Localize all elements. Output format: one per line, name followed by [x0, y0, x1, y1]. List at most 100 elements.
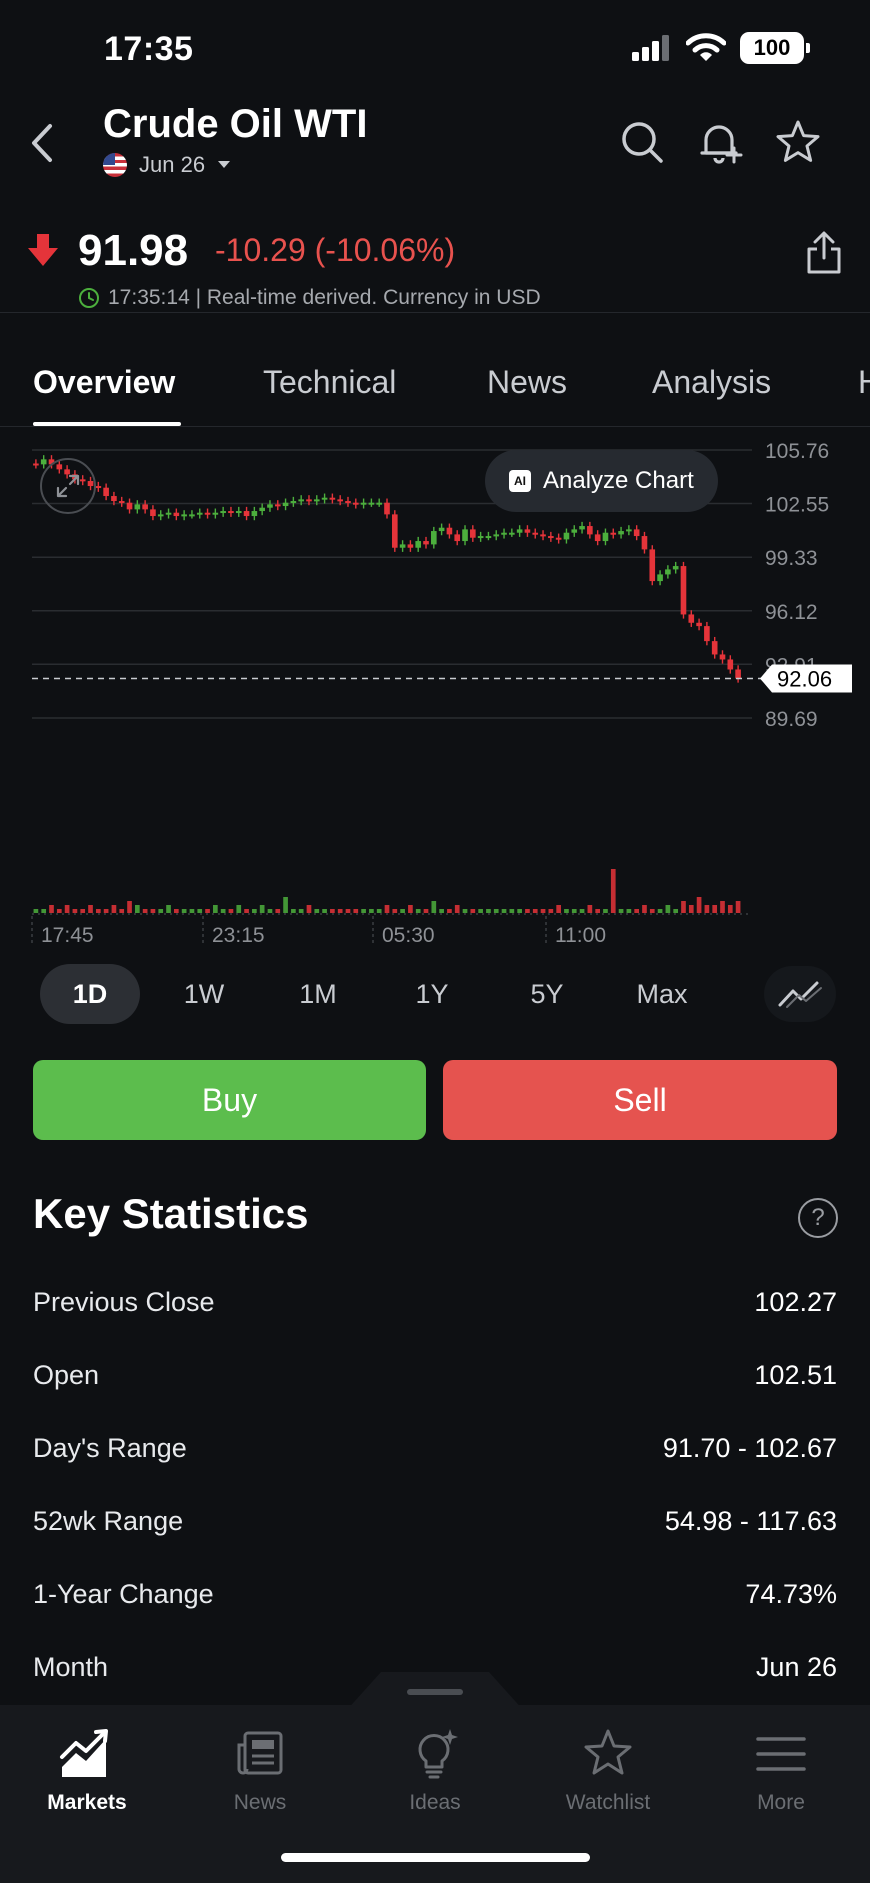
volume-bar — [80, 909, 86, 913]
candle-body — [243, 511, 250, 517]
last-price: 91.98 — [78, 226, 189, 275]
share-icon[interactable] — [804, 230, 844, 276]
volume-bar — [540, 909, 546, 913]
candle-body — [555, 537, 562, 540]
volume-bar — [369, 909, 374, 913]
price-section: 91.98 -10.29 (-10.06%) 17:35:14 | Real-t… — [0, 222, 870, 312]
candle-body — [352, 502, 359, 505]
nav-ideas[interactable]: Ideas — [360, 1727, 510, 1815]
candle-body — [563, 532, 570, 540]
sell-button[interactable]: Sell — [443, 1060, 837, 1140]
candle-body — [235, 511, 242, 514]
candle-body — [688, 614, 695, 623]
volume-bar — [673, 909, 679, 913]
tab-more-truncated[interactable]: H — [858, 364, 870, 401]
range-1w[interactable]: 1W — [154, 964, 254, 1024]
candle-body — [345, 501, 351, 504]
candle-body — [696, 622, 702, 627]
stat-label: Day's Range — [33, 1433, 187, 1463]
price-change: -10.29 (-10.06%) — [215, 232, 456, 268]
volume-bar — [72, 909, 78, 913]
candle-body — [384, 502, 390, 515]
candle-body — [485, 536, 492, 539]
x-tick-label: 11:00 — [555, 924, 606, 947]
nav-label: More — [757, 1791, 805, 1814]
us-flag-icon — [103, 153, 127, 177]
sheet-grabber[interactable] — [407, 1689, 463, 1695]
line-chart-icon — [778, 981, 822, 1008]
candle-body — [532, 532, 539, 535]
tab-technical[interactable]: Technical — [263, 364, 396, 401]
candle-body — [337, 499, 343, 502]
home-indicator — [281, 1853, 590, 1862]
range-1d[interactable]: 1D — [40, 964, 140, 1024]
search-icon[interactable] — [618, 118, 666, 166]
stat-label: 52wk Range — [33, 1506, 184, 1536]
nav-label: Ideas — [409, 1791, 461, 1814]
nav-news[interactable]: News — [185, 1727, 335, 1815]
candle-body — [641, 536, 648, 550]
range-max[interactable]: Max — [612, 964, 712, 1024]
nav-markets[interactable]: Markets — [12, 1727, 162, 1815]
candle-body — [298, 499, 304, 502]
volume-bar — [470, 909, 476, 913]
volume-bar — [478, 909, 483, 913]
stat-value: 102.51 — [754, 1360, 837, 1390]
candle-body — [704, 626, 710, 642]
candle-body — [290, 501, 297, 504]
volume-bar — [665, 905, 671, 913]
candle-body — [649, 549, 656, 582]
tab-news[interactable]: News — [487, 364, 567, 401]
tab-overview[interactable]: Overview — [33, 364, 175, 401]
candle-body — [571, 529, 578, 533]
candle-body — [329, 497, 336, 500]
volume-bar — [688, 905, 694, 913]
expand-chart-button[interactable] — [40, 458, 96, 514]
volume-bar — [298, 909, 304, 913]
volume-bar — [267, 909, 273, 913]
nav-more[interactable]: More — [706, 1727, 856, 1815]
bell-plus-icon[interactable] — [696, 118, 744, 166]
range-5y[interactable]: 5Y — [497, 964, 597, 1024]
volume-bar — [618, 909, 624, 913]
candlestick-chart[interactable]: 105.76102.5599.3396.1292.9189.6992.0617:… — [0, 428, 870, 958]
back-chevron-icon[interactable] — [24, 118, 64, 168]
chart-type-button[interactable] — [764, 966, 836, 1022]
volume-bar — [244, 909, 249, 913]
price-chart[interactable]: 105.76102.5599.3396.1292.9189.6992.0617:… — [0, 428, 870, 958]
volume-bar — [88, 905, 93, 913]
buy-button[interactable]: Buy — [33, 1060, 426, 1140]
candle-body — [313, 499, 320, 502]
candle-body — [657, 574, 663, 582]
cellular-signal-icon — [632, 35, 669, 61]
volume-bar — [181, 909, 187, 913]
tab-analysis[interactable]: Analysis — [652, 364, 771, 401]
nav-label: News — [233, 1791, 287, 1814]
nav-watchlist[interactable]: Watchlist — [533, 1727, 683, 1815]
candle-body — [672, 566, 679, 570]
help-question-icon[interactable]: ? — [798, 1198, 838, 1238]
volume-bar — [205, 909, 210, 913]
range-1m[interactable]: 1M — [268, 964, 368, 1024]
volume-bar — [95, 909, 101, 913]
volume-bar — [361, 909, 366, 913]
candle-body — [306, 499, 312, 502]
candle-body — [33, 463, 39, 466]
quote-timestamp: 17:35:14 | Real-time derived. Currency i… — [78, 286, 541, 310]
volume-bar — [283, 897, 288, 913]
volume-bar — [384, 905, 390, 913]
volume-bar — [56, 909, 62, 913]
candle-body — [111, 496, 117, 502]
star-icon — [584, 1729, 632, 1775]
markets-chart-icon — [60, 1729, 108, 1777]
range-1y[interactable]: 1Y — [382, 964, 482, 1024]
analyze-chart-button[interactable]: AI Analyze Chart — [485, 450, 718, 512]
wifi-icon — [686, 33, 726, 61]
contract-month: Jun 26 — [139, 152, 206, 177]
volume-bar — [314, 909, 320, 913]
volume-bar — [462, 909, 468, 913]
contract-selector[interactable]: Jun 26 — [103, 152, 231, 178]
star-outline-icon[interactable] — [774, 118, 822, 166]
stat-label: Previous Close — [33, 1287, 215, 1317]
volume-bar — [735, 901, 741, 913]
